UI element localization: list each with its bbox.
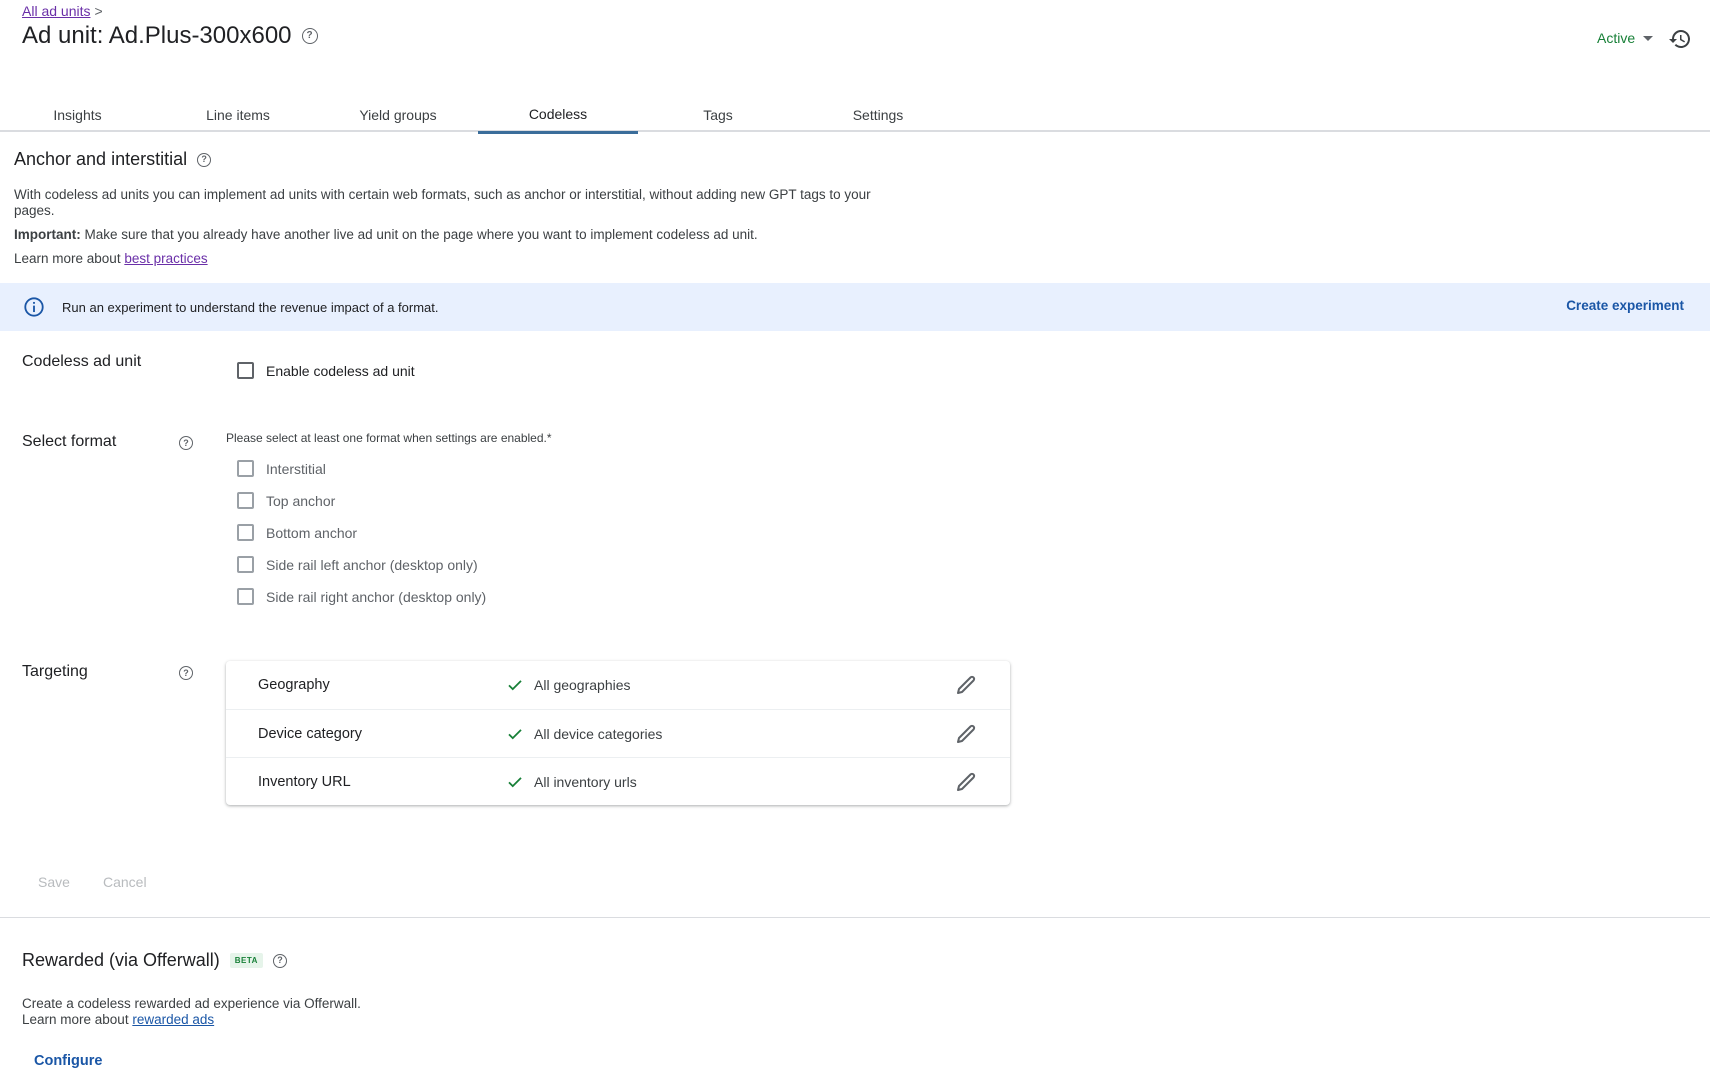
format-option-top-anchor[interactable]: Top anchor bbox=[237, 492, 335, 509]
tab-label: Insights bbox=[53, 107, 102, 123]
targeting-card: Geography All geographies Device categor… bbox=[226, 661, 1010, 805]
breadcrumb-all-ad-units-link[interactable]: All ad units bbox=[22, 3, 90, 19]
targeting-row-value: All geographies bbox=[534, 677, 631, 693]
tab-tags[interactable]: Tags bbox=[638, 96, 798, 132]
rewarded-ads-link[interactable]: rewarded ads bbox=[132, 1012, 214, 1027]
edit-pencil-icon[interactable] bbox=[954, 722, 978, 746]
tab-insights[interactable]: Insights bbox=[0, 96, 155, 132]
checkbox-label: Side rail left anchor (desktop only) bbox=[266, 556, 478, 573]
beta-badge: BETA bbox=[229, 953, 263, 968]
page-title: Ad unit: Ad.Plus-300x600 bbox=[22, 22, 292, 49]
targeting-row-value: All device categories bbox=[534, 725, 663, 742]
rewarded-description-block: Create a codeless rewarded ad experience… bbox=[22, 996, 361, 1028]
checkbox-box[interactable] bbox=[237, 492, 254, 509]
check-icon bbox=[508, 729, 522, 740]
check-icon bbox=[508, 680, 522, 691]
edit-pencil-icon[interactable] bbox=[954, 673, 978, 697]
banner-text: Run an experiment to understand the reve… bbox=[62, 299, 439, 315]
section-title: Rewarded (via Offerwall) bbox=[22, 950, 220, 970]
cancel-button[interactable]: Cancel bbox=[103, 874, 147, 890]
important-text: Make sure that you already have another … bbox=[80, 227, 758, 242]
create-experiment-button[interactable]: Create experiment bbox=[1566, 298, 1684, 313]
format-option-interstitial[interactable]: Interstitial bbox=[237, 460, 326, 477]
learn-more-prefix: Learn more about bbox=[22, 1012, 133, 1027]
tab-codeless[interactable]: Codeless bbox=[478, 96, 638, 134]
tab-label: Line items bbox=[206, 107, 270, 123]
help-icon[interactable]: ? bbox=[197, 152, 212, 167]
checkbox-label: Enable codeless ad unit bbox=[266, 362, 415, 379]
section-title: Anchor and interstitial bbox=[14, 149, 188, 169]
help-icon[interactable]: ? bbox=[179, 666, 193, 680]
checkbox-label: Interstitial bbox=[266, 460, 326, 477]
format-option-side-rail-left[interactable]: Side rail left anchor (desktop only) bbox=[237, 556, 478, 573]
targeting-label: Targeting bbox=[22, 663, 88, 680]
targeting-row-name: Inventory URL bbox=[258, 773, 351, 790]
important-note: Important: Make sure that you already ha… bbox=[14, 227, 758, 243]
status-value: Active bbox=[1597, 30, 1636, 46]
anchor-section-title-row: Anchor and interstitial ? bbox=[14, 149, 212, 170]
chevron-right-icon: > bbox=[94, 3, 103, 19]
help-icon[interactable]: ? bbox=[179, 436, 193, 450]
tab-label: Yield groups bbox=[359, 107, 437, 123]
format-option-bottom-anchor[interactable]: Bottom anchor bbox=[237, 524, 357, 541]
rewarded-learn-more-row: Learn more about rewarded ads bbox=[22, 1012, 361, 1028]
targeting-row-name: Device category bbox=[258, 725, 362, 742]
targeting-row-device-category: Device category All device categories bbox=[226, 709, 1010, 757]
codeless-ad-unit-label: Codeless ad unit bbox=[22, 353, 142, 370]
tab-line-items[interactable]: Line items bbox=[158, 96, 318, 132]
enable-codeless-checkbox[interactable]: Enable codeless ad unit bbox=[237, 362, 415, 379]
tab-label: Tags bbox=[703, 107, 733, 123]
history-icon[interactable] bbox=[1668, 27, 1692, 51]
status-dropdown[interactable]: Active bbox=[1597, 30, 1654, 46]
checkbox-box[interactable] bbox=[237, 362, 254, 379]
checkbox-label: Side rail right anchor (desktop only) bbox=[266, 588, 487, 605]
page-title-row: Ad unit: Ad.Plus-300x600 ? bbox=[22, 22, 318, 50]
select-format-label: Select format bbox=[22, 433, 117, 450]
checkbox-label: Bottom anchor bbox=[266, 524, 358, 541]
info-icon bbox=[24, 297, 44, 317]
save-button[interactable]: Save bbox=[38, 874, 70, 890]
targeting-row-value: All inventory urls bbox=[534, 773, 637, 790]
targeting-row-inventory-url: Inventory URL All inventory urls bbox=[226, 757, 1010, 805]
learn-more-row: Learn more about best practices bbox=[14, 251, 208, 267]
checkbox-label: Top anchor bbox=[266, 492, 336, 509]
tab-bar: Insights Line items Yield groups Codeles… bbox=[0, 96, 1710, 134]
edit-pencil-icon[interactable] bbox=[954, 770, 978, 794]
help-icon[interactable]: ? bbox=[272, 953, 287, 968]
rewarded-section-title-row: Rewarded (via Offerwall) BETA ? bbox=[22, 950, 287, 971]
checkbox-box[interactable] bbox=[237, 588, 254, 605]
tab-label: Codeless bbox=[528, 106, 588, 122]
select-format-hint: Please select at least one format when s… bbox=[226, 431, 552, 445]
best-practices-link[interactable]: best practices bbox=[124, 251, 207, 266]
rewarded-description: Create a codeless rewarded ad experience… bbox=[22, 996, 361, 1011]
anchor-description: With codeless ad units you can implement… bbox=[14, 187, 871, 218]
checkbox-box[interactable] bbox=[237, 460, 254, 477]
tab-yield-groups[interactable]: Yield groups bbox=[318, 96, 478, 132]
experiment-banner: Run an experiment to understand the reve… bbox=[0, 283, 1710, 331]
checkbox-box[interactable] bbox=[237, 556, 254, 573]
tab-label: Settings bbox=[852, 107, 904, 123]
configure-button[interactable]: Configure bbox=[34, 1053, 102, 1069]
checkbox-box[interactable] bbox=[237, 524, 254, 541]
breadcrumb: All ad units > bbox=[22, 3, 103, 19]
tab-settings[interactable]: Settings bbox=[798, 96, 958, 132]
format-option-side-rail-right[interactable]: Side rail right anchor (desktop only) bbox=[237, 588, 486, 605]
check-icon bbox=[508, 777, 522, 788]
help-icon[interactable]: ? bbox=[301, 28, 318, 44]
targeting-row-name: Geography bbox=[258, 677, 330, 693]
important-label: Important: bbox=[14, 227, 81, 242]
learn-more-prefix: Learn more about bbox=[14, 251, 125, 266]
section-divider bbox=[0, 917, 1710, 918]
caret-down-icon bbox=[1643, 35, 1654, 41]
targeting-row-geography: Geography All geographies bbox=[226, 661, 1010, 709]
